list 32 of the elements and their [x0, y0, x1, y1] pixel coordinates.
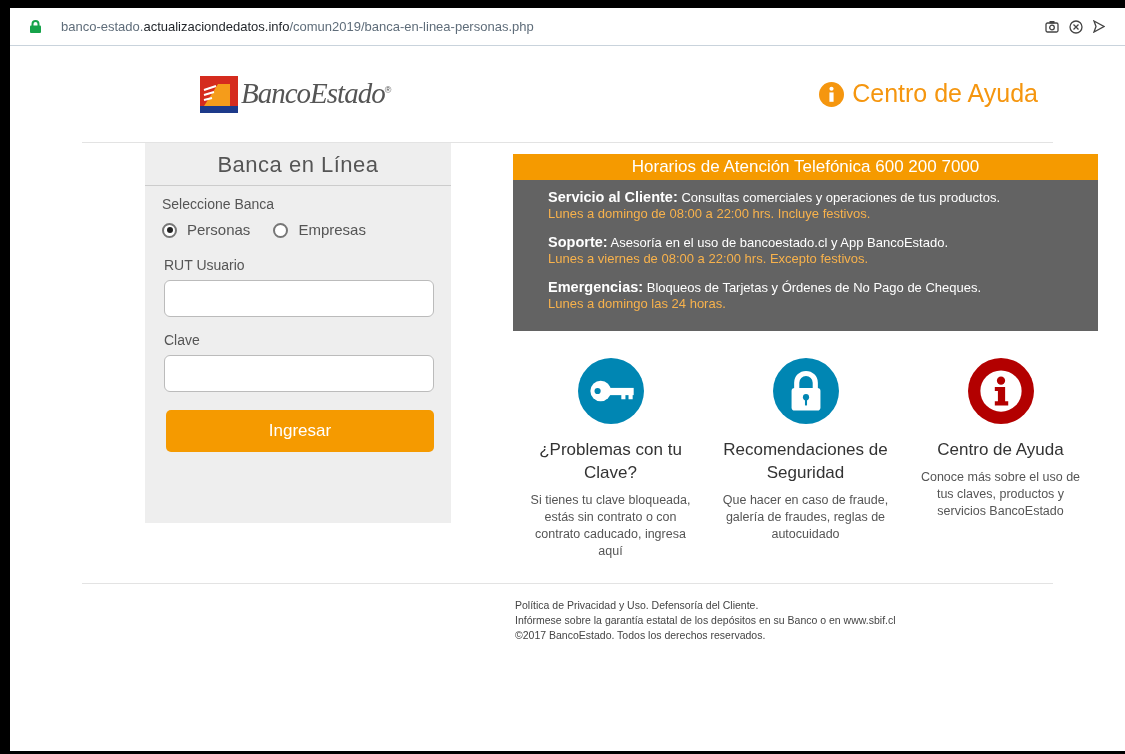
- info-icon: [819, 81, 845, 107]
- camera-icon[interactable]: [1045, 20, 1059, 33]
- service-schedule: Lunes a domingo de 08:00 a 22:00 hrs. Incluye festivos.: [548, 206, 872, 222]
- service-description: Emergencias: Bloqueos de Tarjetas y Órdenes de No Pago de Cheques.: [548, 279, 983, 296]
- service-description: Soporte: Asesoría en el uso de bancoestado.cl y App BancoEstado.: [548, 234, 950, 251]
- field-label: RUT Usuario: [164, 255, 246, 275]
- feature-description: Si tienes tu clave bloqueada, estás sin contrato o con contrato caducado, ingresa aquí: [529, 492, 692, 560]
- feature-description: Conoce más sobre el uso de tus claves, productos y servicios BancoEstado: [919, 469, 1082, 520]
- send-icon[interactable]: [1093, 20, 1105, 33]
- url-text[interactable]: banco-estado.actualizaciondedatos.info/comun2019/banca-en-linea-personas.php: [61, 16, 534, 37]
- radio-option[interactable]: Personas: [162, 219, 251, 242]
- input-field[interactable]: [164, 279, 434, 317]
- panel-title: Banca en Línea: [145, 143, 451, 186]
- footer-text: Política de Privacidad y Uso. Defensoría del Cliente.: [515, 598, 760, 613]
- close-icon[interactable]: [1069, 19, 1083, 34]
- service-schedule: Lunes a viernes de 08:00 a 22:00 hrs. Excepto festivos.: [548, 251, 870, 267]
- logo-icon: [200, 75, 238, 113]
- bank-label: Seleccione Banca: [162, 195, 276, 214]
- feature-title[interactable]: Recomendaciones de Seguridad: [713, 438, 898, 484]
- registered-mark: ®: [384, 85, 392, 96]
- field-label: Clave: [164, 330, 201, 350]
- feature-description: Que hacer en caso de fraude, galería de fraudes, reglas de autocuidado: [721, 492, 890, 543]
- feature-title[interactable]: Centro de Ayuda: [908, 438, 1093, 461]
- footer-text: Infórmese sobre la garantía estatal de los depósitos en su Banco o en www.sbif.cl: [515, 613, 897, 628]
- logo-text: BancoEstado: [241, 76, 385, 112]
- feature-title[interactable]: ¿Problemas con tu Clave?: [518, 438, 703, 484]
- footer-text: ©2017 BancoEstado. Todos los derechos reservados.: [515, 628, 767, 643]
- service-schedule: Lunes a domingo las 24 horas.: [548, 296, 727, 312]
- service-description: Servicio al Cliente: Consultas comerciales y operaciones de tus productos.: [548, 189, 1002, 206]
- input-field[interactable]: [164, 354, 434, 392]
- hours-title: Horarios de Atención Telefónica 600 200 7000: [513, 154, 1098, 180]
- radio-option[interactable]: Empresas: [273, 219, 366, 242]
